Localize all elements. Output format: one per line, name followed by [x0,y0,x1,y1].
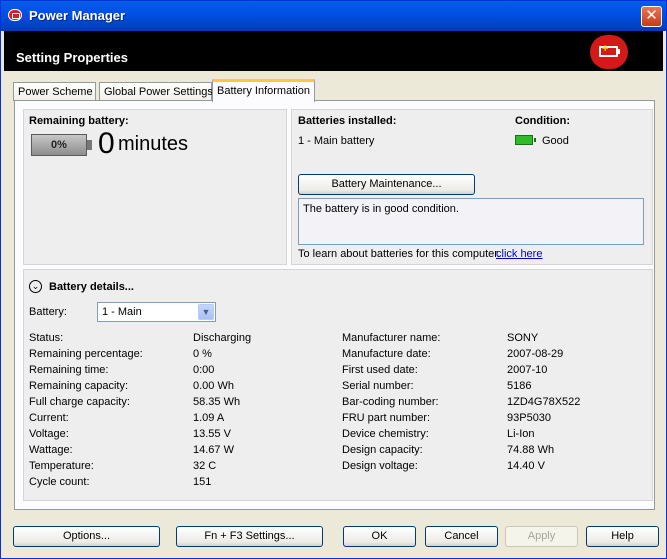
detail-label: Temperature: [29,460,94,472]
detail-label: Current: [29,412,69,424]
header-band: Setting Properties + [4,31,663,71]
close-icon: ✕ [645,7,658,24]
detail-value: Li-Ion [507,428,535,440]
detail-value: 151 [193,476,212,488]
chevron-down-icon[interactable]: ▼ [198,304,214,320]
batteries-installed-value: 1 - Main battery [298,135,375,147]
detail-label: Remaining percentage: [29,348,143,360]
detail-label: Manufacture date: [342,348,431,360]
battery-logo-plus: + [602,43,609,55]
detail-label: Voltage: [29,428,69,440]
detail-label: FRU part number: [342,412,431,424]
detail-value: 13.55 V [193,428,231,440]
detail-value: 5186 [507,380,532,392]
battery-select[interactable]: 1 - Main ▼ [97,302,216,322]
remaining-minutes-unit: minutes [118,133,189,155]
detail-value: 1ZD4G78X522 [507,396,581,408]
detail-value: 14.67 W [193,444,234,456]
title-bar[interactable]: Power Manager ✕ [1,1,666,31]
detail-value: 0 % [193,348,212,360]
batteries-installed-label: Batteries installed: [298,115,397,127]
learn-text: To learn about batteries for this comput… [298,248,501,260]
ok-button[interactable]: OK [343,526,416,547]
close-button[interactable]: ✕ [641,6,662,27]
remaining-battery-label: Remaining battery: [29,115,129,127]
battery-select-value: 1 - Main [102,306,142,318]
detail-label: Remaining capacity: [29,380,129,392]
detail-label: Wattage: [29,444,73,456]
detail-value: 58.35 Wh [193,396,241,408]
detail-value: SONY [507,332,539,344]
detail-label: Full charge capacity: [29,396,130,408]
detail-value: 1.09 A [193,412,225,424]
tab-global-power-settings[interactable]: Global Power Settings [99,82,213,101]
battery-logo-tip [618,49,620,54]
detail-label: Serial number: [342,380,414,392]
detail-value: 74.88 Wh [507,444,555,456]
battery-gauge-tip [87,140,92,150]
page-heading: Setting Properties [16,50,128,65]
battery-gauge: 0% [31,134,87,156]
battery-maintenance-button[interactable]: Battery Maintenance... [298,174,475,195]
battery-good-icon [515,135,536,145]
options-button[interactable]: Options... [13,526,160,547]
condition-label: Condition: [515,115,570,127]
detail-value: 14.40 V [507,460,545,472]
detail-label: Bar-coding number: [342,396,439,408]
chevron-circle-icon[interactable]: ⌄ [29,280,42,293]
detail-label: First used date: [342,364,418,376]
click-here-link[interactable]: click here [496,248,542,260]
battery-select-label: Battery: [29,306,67,318]
detail-value: 2007-10 [507,364,548,376]
window-title: Power Manager [29,8,126,23]
detail-value: 0:00 [193,364,215,376]
apply-button[interactable]: Apply [505,526,578,547]
detail-label: Design voltage: [342,460,418,472]
battery-message-text: The battery is in good condition. [303,203,459,215]
detail-value: 32 C [193,460,217,472]
detail-label: Manufacturer name: [342,332,441,344]
remaining-minutes-value: 0 [98,127,115,160]
detail-label: Device chemistry: [342,428,429,440]
detail-value: 0.00 Wh [193,380,234,392]
fn-f3-settings-button[interactable]: Fn + F3 Settings... [176,526,323,547]
detail-label: Status: [29,332,64,344]
tab-battery-information[interactable]: Battery Information [212,79,315,102]
tab-power-scheme[interactable]: Power Scheme [13,82,96,101]
detail-value: Discharging [193,332,252,344]
battery-app-icon [8,9,22,21]
detail-label: Cycle count: [29,476,90,488]
condition-value: Good [542,135,569,147]
battery-details-heading[interactable]: Battery details... [49,281,134,293]
detail-label: Design capacity: [342,444,423,456]
detail-label: Remaining time: [29,364,109,376]
power-manager-window: Power Manager ✕ Setting Properties + Pow… [0,0,667,559]
cancel-button[interactable]: Cancel [425,526,498,547]
help-button[interactable]: Help [586,526,659,547]
battery-plus-icon: + [590,35,628,69]
detail-value: 2007-08-29 [507,348,564,360]
detail-value: 93P5030 [507,412,552,424]
battery-message-box: The battery is in good condition. [298,198,644,245]
